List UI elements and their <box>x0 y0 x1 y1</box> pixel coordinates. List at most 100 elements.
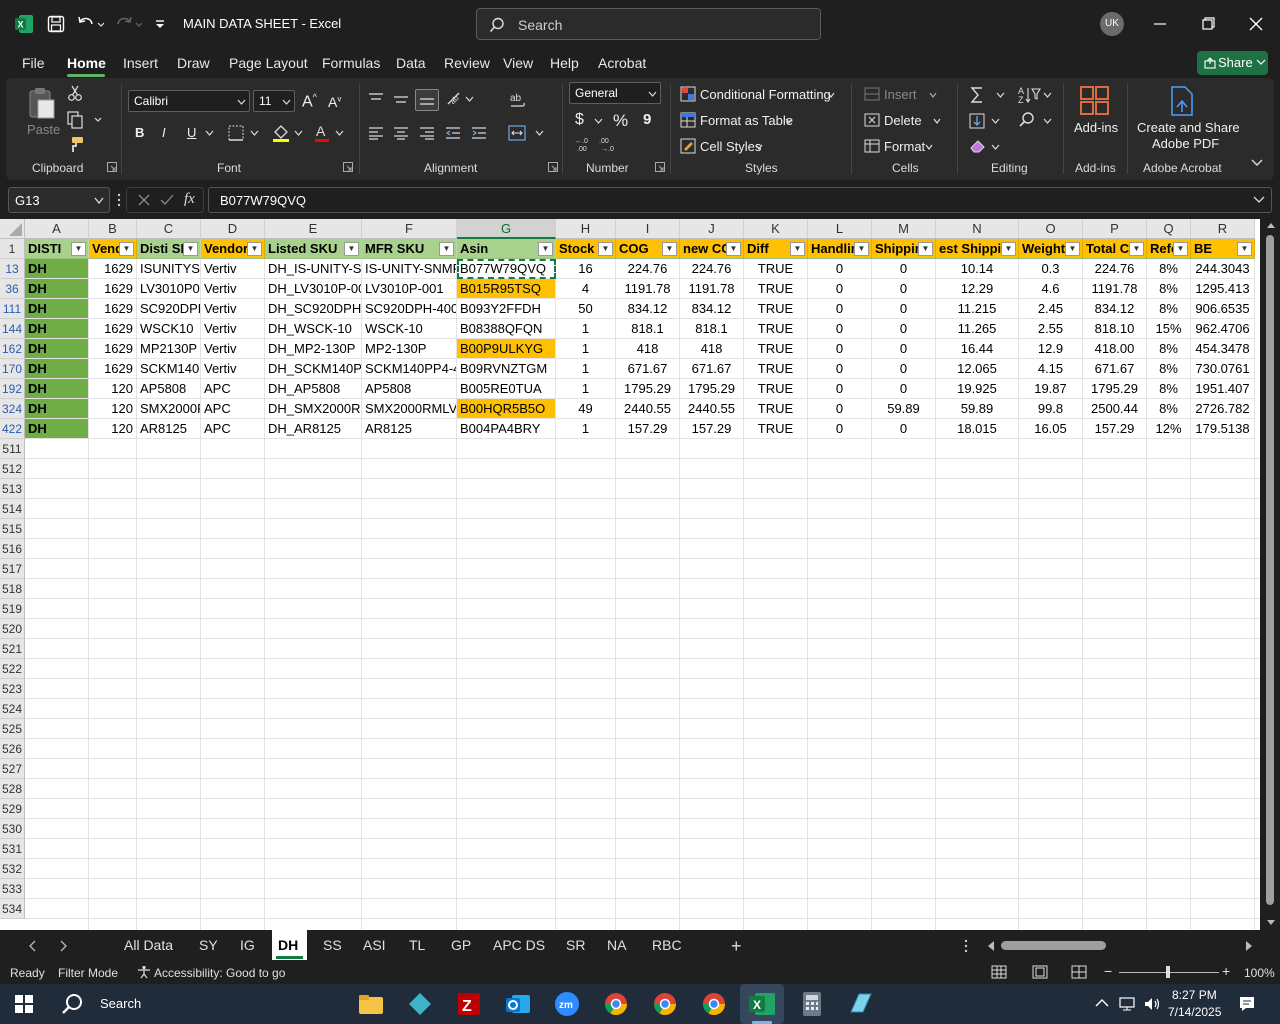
table-cell[interactable]: DH <box>25 379 89 399</box>
table-cell[interactable]: 16 <box>556 259 616 279</box>
dialog-launcher-icon[interactable] <box>107 162 117 172</box>
sheet-tab-ig[interactable]: IG <box>240 937 255 953</box>
accessibility-status[interactable]: Accessibility: Good to go <box>154 966 285 980</box>
user-avatar[interactable]: UK <box>1100 12 1124 36</box>
table-cell[interactable]: B015R95TSQ <box>457 279 556 299</box>
row-header[interactable]: 529 <box>0 799 25 819</box>
empty-row[interactable] <box>25 819 1260 839</box>
cell-styles-icon[interactable] <box>680 138 696 154</box>
scroll-down-icon[interactable] <box>1266 919 1276 927</box>
table-cell[interactable]: 1 <box>556 359 616 379</box>
table-cell[interactable]: 834.12 <box>616 299 680 319</box>
tab-formulas[interactable]: Formulas <box>322 55 380 71</box>
excel-taskbar-icon[interactable]: X <box>740 984 784 1024</box>
zoom-in-icon[interactable]: + <box>1222 963 1230 979</box>
italic-button[interactable]: I <box>162 125 166 140</box>
header-cell[interactable]: new CC ▼ <box>680 239 744 259</box>
table-cell[interactable]: DH <box>25 399 89 419</box>
table-cell[interactable]: TRUE <box>744 259 808 279</box>
sheet-tab-na[interactable]: NA <box>607 937 626 953</box>
table-cell[interactable]: ISUNITYSN <box>137 259 201 279</box>
table-cell[interactable]: 99.8 <box>1019 399 1083 419</box>
collapse-ribbon-icon[interactable] <box>1251 158 1263 168</box>
table-cell[interactable]: IS-UNITY-SNMP <box>362 259 457 279</box>
fill-icon[interactable] <box>968 112 1004 130</box>
table-cell[interactable]: 11.265 <box>936 319 1019 339</box>
tab-draw[interactable]: Draw <box>177 55 210 71</box>
table-cell[interactable]: 0 <box>808 259 872 279</box>
table-cell[interactable]: TRUE <box>744 419 808 439</box>
clock-time[interactable]: 8:27 PM <box>1172 988 1217 1002</box>
table-cell[interactable]: AR8125 <box>137 419 201 439</box>
table-cell[interactable]: 1629 <box>89 319 137 339</box>
table-cell[interactable]: 12.9 <box>1019 339 1083 359</box>
filter-dropdown-icon[interactable]: ▼ <box>247 242 262 256</box>
table-cell[interactable]: 157.29 <box>1083 419 1147 439</box>
table-cell[interactable]: 179.5138 <box>1191 419 1255 439</box>
empty-row[interactable] <box>25 519 1260 539</box>
format-cells-button[interactable]: Format <box>884 139 925 154</box>
table-cell[interactable]: 0 <box>808 419 872 439</box>
table-cell[interactable]: DH_SMX2000RM <box>265 399 362 419</box>
middle-align-icon[interactable] <box>393 92 409 106</box>
fill-color-icon[interactable] <box>272 123 306 143</box>
table-cell[interactable]: 12.29 <box>936 279 1019 299</box>
table-cell[interactable]: TRUE <box>744 319 808 339</box>
table-cell[interactable]: 1191.78 <box>680 279 744 299</box>
table-cell[interactable]: 818.1 <box>680 319 744 339</box>
horizontal-scroll-thumb[interactable] <box>1001 941 1106 950</box>
table-cell[interactable]: 1295.413 <box>1191 279 1255 299</box>
table-cell[interactable]: 224.76 <box>680 259 744 279</box>
sheet-tab-ss[interactable]: SS <box>323 937 342 953</box>
header-cell[interactable]: Refe ▼ <box>1147 239 1191 259</box>
table-cell[interactable]: B08388QFQN <box>457 319 556 339</box>
empty-row[interactable] <box>25 719 1260 739</box>
empty-row[interactable] <box>25 479 1260 499</box>
filter-dropdown-icon[interactable]: ▼ <box>183 242 198 256</box>
table-cell[interactable]: 730.0761 <box>1191 359 1255 379</box>
table-cell[interactable]: 1629 <box>89 299 137 319</box>
table-cell[interactable]: 834.12 <box>680 299 744 319</box>
row-header[interactable]: 533 <box>0 879 25 899</box>
header-cell[interactable]: Asin ▼ <box>457 239 556 259</box>
more-sheets-icon[interactable] <box>964 939 968 953</box>
table-cell[interactable]: 1629 <box>89 339 137 359</box>
row-header[interactable]: 530 <box>0 819 25 839</box>
increase-decimal-icon[interactable]: ←.0.00 <box>575 136 595 152</box>
table-cell[interactable]: Vertiv <box>201 359 265 379</box>
table-cell[interactable]: 4 <box>556 279 616 299</box>
add-ins-icon[interactable] <box>1080 86 1110 116</box>
table-cell[interactable]: B005RE0TUA <box>457 379 556 399</box>
sheet-tab-rbc[interactable]: RBC <box>652 937 682 953</box>
column-header-m[interactable]: M <box>872 219 936 239</box>
format-cells-icon[interactable] <box>864 139 880 153</box>
row-header[interactable]: 422 <box>0 419 25 439</box>
notifications-icon[interactable] <box>1238 995 1256 1013</box>
table-cell[interactable]: TRUE <box>744 279 808 299</box>
header-cell[interactable]: COG ▼ <box>616 239 680 259</box>
tab-insert[interactable]: Insert <box>123 55 158 71</box>
empty-row[interactable] <box>25 459 1260 479</box>
table-cell[interactable]: 16.44 <box>936 339 1019 359</box>
filter-dropdown-icon[interactable]: ▼ <box>854 242 869 256</box>
taskbar-search-icon[interactable] <box>60 992 84 1016</box>
row-header[interactable]: 144 <box>0 319 25 339</box>
empty-row[interactable] <box>25 559 1260 579</box>
chrome-icon[interactable] <box>698 988 730 1020</box>
row-header[interactable]: 192 <box>0 379 25 399</box>
table-cell[interactable]: DH_AP5808 <box>265 379 362 399</box>
header-cell[interactable]: BE ▼ <box>1191 239 1255 259</box>
scroll-left-icon[interactable] <box>987 940 995 952</box>
row-header[interactable]: 526 <box>0 739 25 759</box>
filter-dropdown-icon[interactable]: ▼ <box>1237 242 1252 256</box>
table-cell[interactable]: DH_SCKM140PP <box>265 359 362 379</box>
table-cell[interactable]: 224.76 <box>1083 259 1147 279</box>
add-ins-button[interactable]: Add-ins <box>1074 120 1118 135</box>
scroll-up-icon[interactable] <box>1266 221 1276 229</box>
table-cell[interactable]: TRUE <box>744 379 808 399</box>
table-cell[interactable]: WSCK-10 <box>362 319 457 339</box>
column-header-g[interactable]: G <box>457 219 556 239</box>
column-header-k[interactable]: K <box>744 219 808 239</box>
row-header[interactable]: 523 <box>0 679 25 699</box>
table-cell[interactable]: 8% <box>1147 259 1191 279</box>
